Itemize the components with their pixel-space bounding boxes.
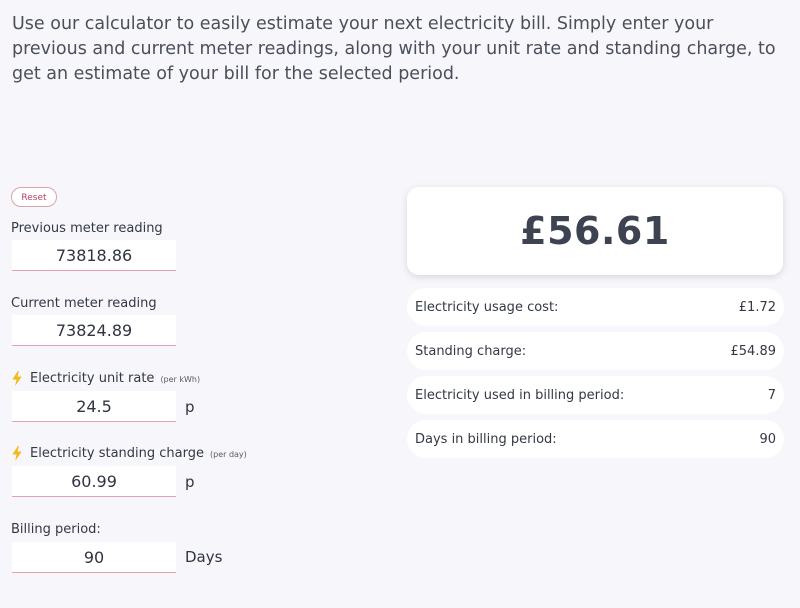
electricity-used-value: 7 [767,387,776,403]
billing-period-label: Billing period: [11,522,101,537]
billing-period-unit: Days [185,548,223,566]
standing-charge-result-label: Standing charge: [415,343,527,359]
usage-cost-value: £1.72 [738,299,776,315]
standing-charge-label: Electricity standing charge (per day) [11,446,247,461]
current-reading-label: Current meter reading [11,296,157,311]
current-reading-input[interactable] [12,315,176,346]
unit-rate-input[interactable] [12,391,176,422]
unit-rate-unit: p [185,398,195,416]
days-billing-value: 90 [759,431,776,447]
previous-reading-input[interactable] [12,240,176,271]
estimated-bill-card: £56.61 [407,187,783,275]
usage-cost-label: Electricity usage cost: [415,299,559,315]
lightning-bolt-icon [12,446,22,461]
standing-charge-sublabel: (per day) [210,450,247,459]
electricity-used-label: Electricity used in billing period: [415,387,625,403]
standing-charge-unit: p [185,473,195,491]
standing-charge-input[interactable] [12,466,176,497]
days-billing-label: Days in billing period: [415,431,557,447]
intro-text: Use our calculator to easily estimate yo… [12,14,776,84]
unit-rate-label-text: Electricity unit rate [30,371,155,386]
previous-reading-label-text: Previous meter reading [11,221,163,236]
billing-period-label-text: Billing period: [11,522,101,537]
unit-rate-sublabel: (per kWh) [160,375,201,384]
usage-cost-row: Electricity usage cost: £1.72 [407,288,784,326]
reset-button[interactable]: Reset [11,187,57,207]
billing-period-input[interactable] [12,542,176,573]
electricity-used-row: Electricity used in billing period: 7 [407,376,784,414]
current-reading-label-text: Current meter reading [11,296,157,311]
previous-reading-label: Previous meter reading [11,221,163,236]
standing-charge-row: Standing charge: £54.89 [407,332,784,370]
days-billing-row: Days in billing period: 90 [407,420,784,458]
unit-rate-label: Electricity unit rate (per kWh) [11,371,200,386]
estimated-bill-total: £56.61 [520,209,670,253]
lightning-bolt-icon [12,371,22,386]
standing-charge-result-value: £54.89 [730,343,777,359]
standing-charge-label-text: Electricity standing charge [30,446,204,461]
